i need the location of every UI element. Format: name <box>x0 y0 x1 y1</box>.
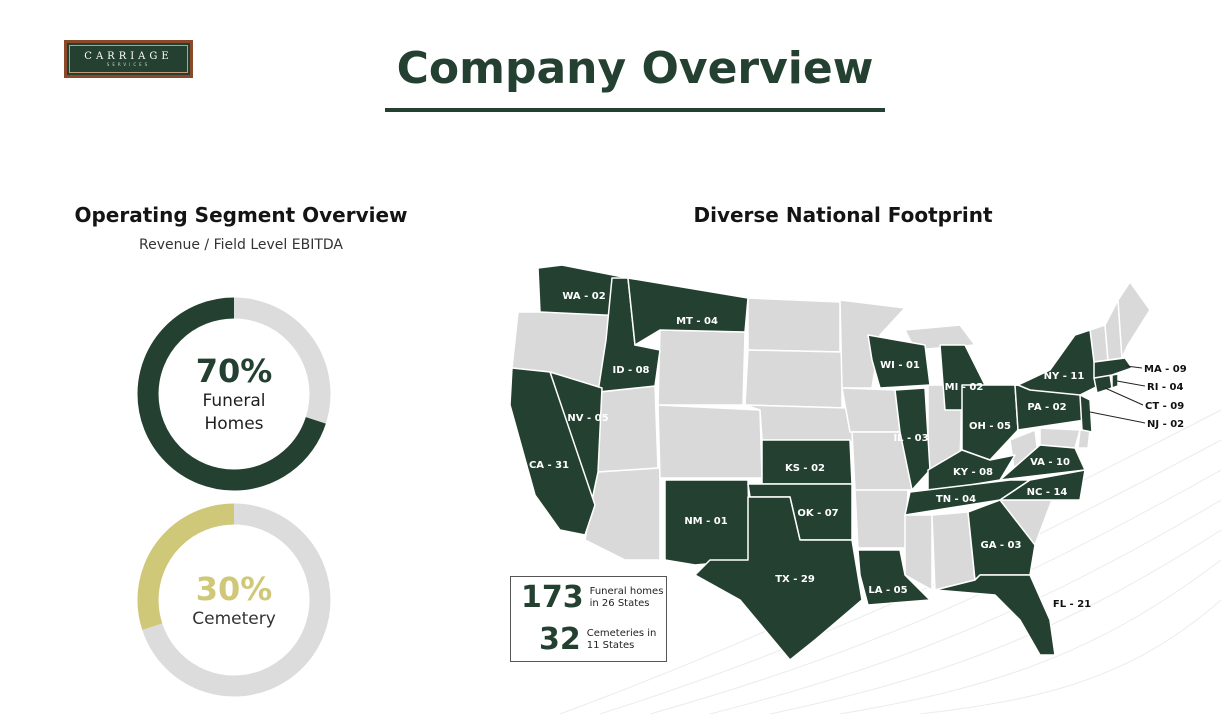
state-nd <box>747 297 841 353</box>
funeral-homes-donut: 70% Funeral Homes <box>137 297 331 491</box>
page-title: Company Overview <box>396 43 874 94</box>
label-ct: CT - 09 <box>1145 401 1184 412</box>
label-la: LA - 05 <box>868 585 907 596</box>
footprint-stats-box: 173 Funeral homes in 26 States 32 Cemete… <box>510 576 667 662</box>
state-de <box>1077 429 1091 449</box>
funeral-homes-desc-line2: in 26 States <box>589 598 650 609</box>
state-me <box>1117 281 1151 359</box>
label-id: ID - 08 <box>612 365 649 376</box>
state-fl <box>934 574 1056 656</box>
funeral-label-line1: Funeral <box>202 391 266 411</box>
cemeteries-count: 32 <box>539 622 581 657</box>
state-ut <box>597 385 659 473</box>
label-nc: NC - 14 <box>1027 487 1068 498</box>
cemetery-label: Cemetery <box>192 608 276 629</box>
title-underline <box>385 108 885 112</box>
label-il: IL - 03 <box>893 433 928 444</box>
state-ne <box>744 404 859 443</box>
label-wa: WA - 02 <box>562 291 605 302</box>
label-ga: GA - 03 <box>981 540 1022 551</box>
label-ma: MA - 09 <box>1144 364 1187 375</box>
state-ks <box>761 439 853 485</box>
state-ar <box>854 489 909 549</box>
map-title: Diverse National Footprint <box>693 203 993 227</box>
label-tn: TN - 04 <box>936 494 976 505</box>
state-sd <box>744 349 843 409</box>
cemeteries-stat: 32 Cemeteries in 11 States <box>539 623 656 657</box>
state-ma <box>1093 357 1133 379</box>
label-ca: CA - 31 <box>529 460 569 471</box>
label-mi: MI - 02 <box>945 382 984 393</box>
cemetery-donut: 30% Cemetery <box>137 503 331 697</box>
state-co <box>657 404 763 479</box>
logo-subtitle: SERVICES <box>106 61 151 67</box>
funeral-homes-stat: 173 Funeral homes in 26 States <box>521 581 663 615</box>
label-ny: NY - 11 <box>1044 371 1085 382</box>
state-ny <box>1017 329 1101 396</box>
segment-title: Operating Segment Overview <box>74 203 408 227</box>
label-pa: PA - 02 <box>1027 402 1066 413</box>
state-nj <box>1079 394 1093 433</box>
segment-subtitle: Revenue / Field Level EBITDA <box>139 237 343 253</box>
label-ky: KY - 08 <box>953 467 993 478</box>
company-logo: CARRIAGE SERVICES <box>64 40 193 78</box>
label-ks: KS - 02 <box>785 463 825 474</box>
cemetery-percent: 30% <box>195 569 273 608</box>
cemeteries-desc-line2: 11 States <box>586 640 635 651</box>
label-nj: NJ - 02 <box>1147 419 1184 430</box>
label-ri: RI - 04 <box>1147 382 1183 393</box>
funeral-label-line2: Homes <box>204 414 264 434</box>
label-wi: WI - 01 <box>880 360 920 371</box>
logo-wordmark: CARRIAGE <box>84 50 173 62</box>
state-wy <box>657 329 746 406</box>
funeral-homes-count: 173 <box>521 580 584 615</box>
cemeteries-desc-line1: Cemeteries in <box>586 628 657 639</box>
label-va: VA - 10 <box>1030 457 1070 468</box>
funeral-percent: 70% <box>195 352 273 390</box>
label-mt: MT - 04 <box>676 316 718 327</box>
label-tx: TX - 29 <box>775 574 815 585</box>
funeral-homes-desc-line1: Funeral homes <box>589 586 664 597</box>
label-ok: OK - 07 <box>797 508 838 519</box>
label-nm: NM - 01 <box>684 516 727 527</box>
label-oh: OH - 05 <box>969 421 1011 432</box>
label-fl: FL - 21 <box>1053 599 1091 610</box>
state-ia <box>841 387 901 433</box>
label-nv: NV - 05 <box>567 413 608 424</box>
